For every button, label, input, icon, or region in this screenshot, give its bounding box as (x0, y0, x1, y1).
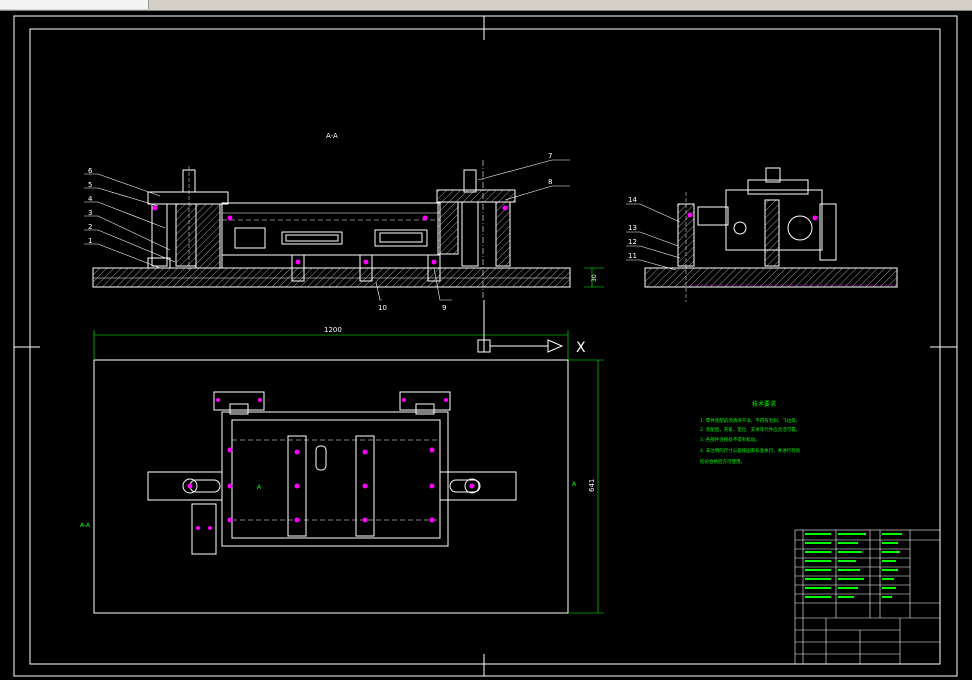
notes-line-3: 3. 各部件连接处不得有松动。 (700, 436, 760, 443)
notes-line-2: 2. 装配后，夹紧、定位、支承等元件应灵活可靠。 (700, 426, 800, 433)
front-view: 30 (92, 160, 604, 300)
part-number-2: 2 (88, 223, 92, 231)
part-number-3: 3 (88, 209, 92, 217)
bottom-support (191, 503, 217, 555)
top-base-plate (93, 359, 569, 614)
base-plate (92, 267, 571, 288)
side-view (644, 167, 898, 302)
part-number-10: 10 (378, 304, 387, 312)
title-block-entries (805, 533, 902, 598)
left-swing-clamp (147, 471, 223, 501)
workpiece (221, 202, 441, 256)
inner-frame (29, 28, 941, 665)
part-number-5: 5 (88, 181, 92, 189)
section-mark-center: A (257, 484, 262, 491)
part-number-6: 6 (88, 167, 93, 175)
part-number-14: 14 (628, 196, 637, 204)
section-mark-left: A-A (80, 522, 91, 529)
length-dimension: 1200 (324, 326, 342, 334)
part-number-8: 8 (548, 178, 552, 186)
top-view: 1200 641 A-A A A (80, 326, 604, 614)
document-tab[interactable] (0, 0, 149, 9)
right-swing-clamp (439, 471, 517, 501)
section-mark-right: A (572, 481, 577, 488)
left-support-post (151, 203, 168, 267)
part-number-4: 4 (88, 195, 93, 203)
right-clamp-nut (463, 169, 477, 193)
part-number-12: 12 (628, 238, 637, 246)
part-number-7: 7 (548, 152, 552, 160)
axis-x-label: X (576, 340, 586, 356)
notes-line-1: 1. 零件装配前须清洗干净，不得有毛刺、飞边等。 (700, 417, 800, 424)
part-number-11: 11 (628, 252, 637, 260)
notes-heading: 技术要求 (752, 400, 776, 408)
ucs-icon: X (477, 300, 586, 356)
part-number-1: 1 (88, 237, 92, 245)
technical-notes: 技术要求 1. 零件装配前须清洗干净，不得有毛刺、飞边等。 2. 装配后，夹紧、… (700, 400, 801, 465)
section-title: A-A (326, 132, 338, 140)
left-locating-block (195, 203, 221, 269)
notes-line-5: 检验合格后方可使用。 (700, 458, 745, 465)
side-base-plate (644, 267, 898, 288)
part-number-13: 13 (628, 224, 637, 232)
leaders-left (84, 173, 176, 269)
part-number-9: 9 (442, 304, 446, 312)
notes-line-4: 4. 未注明的尺寸公差按国家标准执行，并进行检验 (700, 447, 801, 454)
width-dimension: 641 (588, 479, 596, 492)
left-clamp-arm (147, 191, 229, 205)
drawing-canvas[interactable]: A-A 30 6 5 4 3 2 1 7 8 10 9 14 13 12 11 … (0, 10, 972, 680)
height-dimension: 30 (591, 274, 598, 282)
outer-frame (13, 15, 958, 677)
